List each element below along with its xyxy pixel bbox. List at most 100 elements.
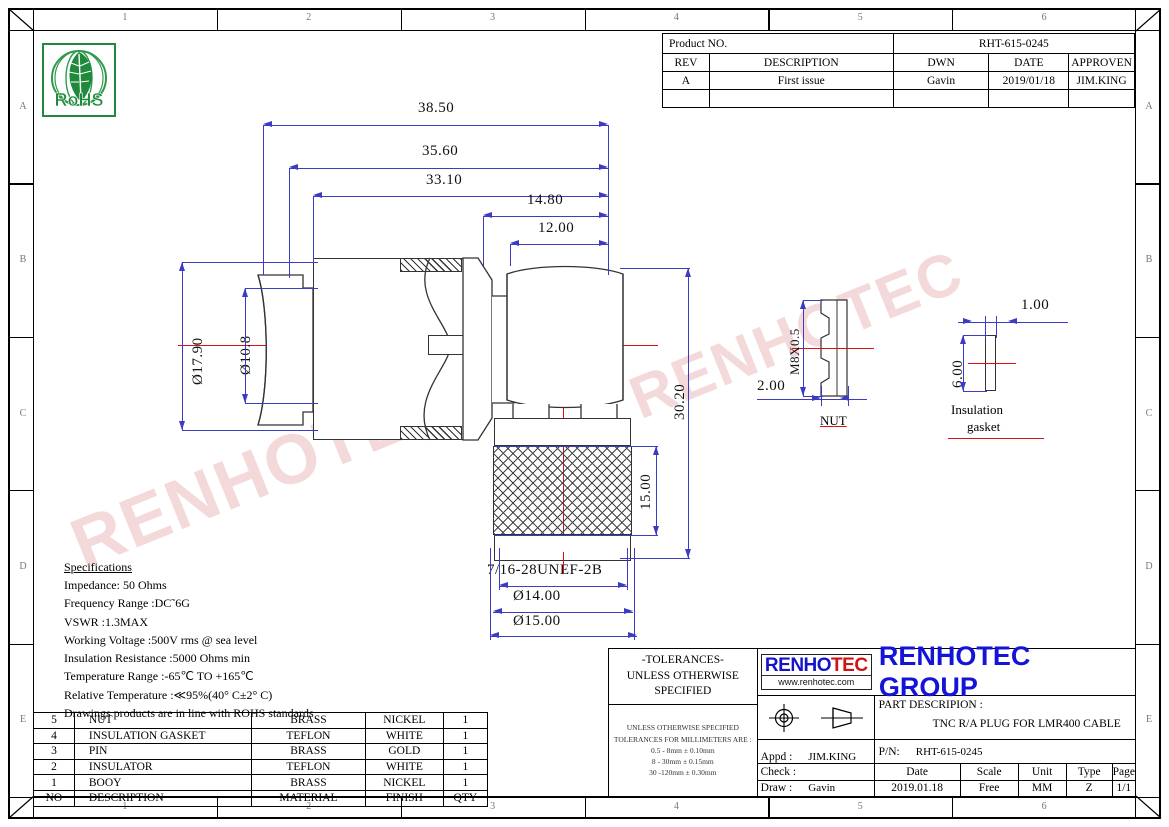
draw-field: Draw : Gavin xyxy=(758,780,875,796)
bom-finish: GOLD xyxy=(364,743,444,760)
table-row xyxy=(662,89,1135,108)
bom-description: INSULATOR xyxy=(73,758,252,776)
zone-marker-col-5: 5 xyxy=(857,12,863,23)
nut-caption: NUT xyxy=(820,413,847,428)
dim-14-80: 14.80 xyxy=(527,192,564,208)
pn-field: P/N: RHT-615-0245 xyxy=(875,740,1135,763)
bom-description: BOOY xyxy=(73,774,252,791)
rev-cell: A xyxy=(662,71,710,90)
ext-line xyxy=(627,548,628,590)
body-slot-detail xyxy=(428,335,466,355)
dim-line xyxy=(490,636,637,637)
dim-dia-15-00: Ø15.00 xyxy=(513,613,561,629)
zone-marker-col-6: 6 xyxy=(1041,12,1047,23)
zone-marker-row-C: C xyxy=(1145,407,1153,419)
spec-line: Frequency Range :DC˜6G xyxy=(64,596,190,611)
value-page: 1/1 xyxy=(1116,782,1132,795)
col-dwn: DWN xyxy=(892,53,990,72)
dim-12-00: 12.00 xyxy=(538,220,575,236)
bom-no: 3 xyxy=(33,743,75,760)
arrow xyxy=(628,632,637,638)
projection-cone-icon xyxy=(820,706,863,729)
bom-finish: NICKEL xyxy=(364,774,444,791)
zone-divider xyxy=(400,797,402,819)
table-row: 4 INSULATION GASKET TEFLON WHITE 1 xyxy=(33,727,489,745)
zone-divider xyxy=(8,336,33,338)
bom-material: BRASS xyxy=(250,774,366,791)
product-no-value: RHT-615-0245 xyxy=(892,33,1136,54)
zone-divider xyxy=(768,797,770,819)
logo-word-blue: RENHO xyxy=(764,655,832,677)
arrow xyxy=(685,549,691,558)
dim-line xyxy=(182,262,183,430)
zone-divider xyxy=(216,797,219,819)
dim-38-50: 38.50 xyxy=(418,100,455,116)
logo-word-red: TEC xyxy=(831,655,868,677)
zone-marker-row-A: A xyxy=(1145,100,1153,112)
dim-thread-spec: 7/16-28UNEF-2B xyxy=(487,562,603,578)
col-unit: Unit xyxy=(1019,764,1067,780)
ext-line xyxy=(996,316,997,338)
zone-marker-row-B: B xyxy=(19,254,27,266)
zone-marker-row-D: D xyxy=(19,560,27,572)
title-block-right: RENHOTEC www.renhotec.com RENHOTEC GROUP xyxy=(757,641,1135,796)
bom-material: TEFLON xyxy=(250,758,366,776)
zone-marker-col-6: 6 xyxy=(1041,801,1047,812)
arrow xyxy=(624,608,633,614)
dim-15-00: 15.00 xyxy=(638,473,654,510)
spec-line: Insulation Resistance :5000 Ohms min xyxy=(64,651,250,666)
bom-material: TEFLON xyxy=(250,727,366,745)
arrow xyxy=(800,300,806,309)
bom-no: 4 xyxy=(33,727,75,745)
frame-rule xyxy=(33,8,35,819)
dim-line xyxy=(803,300,804,396)
arrow xyxy=(1008,318,1017,324)
part-description-value: TNC R/A PLUG FOR LMR400 CABLE xyxy=(932,718,1121,730)
rev-cell xyxy=(662,89,710,108)
title-block: -TOLERANCES- UNLESS OTHERWISE SPECIFIED … xyxy=(608,641,1136,797)
table-row: A First issue Gavin 2019/01/18 JIM.KING xyxy=(662,71,1135,90)
ext-line xyxy=(963,335,987,336)
title-block-grid: Check : Date Scale Unit Type Page Draw :… xyxy=(757,764,1135,796)
connector-shoulder xyxy=(494,418,631,446)
body-hatch-bottom xyxy=(400,426,462,440)
rev-cell xyxy=(892,89,990,108)
value-type: Z xyxy=(1067,780,1113,796)
part-description-row: PART DESCRIPION : TNC R/A PLUG FOR LMR40… xyxy=(757,696,1135,740)
dim-line xyxy=(263,125,608,126)
zone-divider xyxy=(8,643,33,645)
gasket-centerline xyxy=(968,363,1016,364)
product-no-label: Product NO. xyxy=(662,33,894,54)
appd-value: JIM.KING xyxy=(808,751,857,763)
title-block-header-row: Check : Date Scale Unit Type Page xyxy=(757,764,1135,781)
arrow xyxy=(499,582,508,588)
bom-col-description: DESCRIPTION xyxy=(73,789,252,807)
col-approven: APPROVEN xyxy=(1068,53,1135,72)
bom-header-row: NO DESCRIPTION MATERIAL FINISH QTY xyxy=(33,789,489,807)
bom-qty: 1 xyxy=(442,758,489,776)
spec-line: VSWR :1.3MAX xyxy=(64,614,149,629)
tolerance-heading-line: UNLESS OTHERWISE xyxy=(626,669,739,682)
appd-pn-row: Appd : JIM.KING P/N: RHT-615-0245 xyxy=(757,740,1135,764)
zone-marker-row-E: E xyxy=(1145,714,1153,726)
table-row: 2 INSULATOR TEFLON WHITE 1 xyxy=(33,758,489,776)
drawing-sheet: RENHOTEC RENHOTEC 123456 123456 AABBCCDD… xyxy=(0,0,1169,827)
bom-col-material: MATERIAL xyxy=(250,789,366,807)
check-field: Check : xyxy=(758,764,875,780)
arrow xyxy=(263,121,272,127)
ext-line xyxy=(608,125,609,275)
tolerance-detail-line: 8 - 30mm ± 0.15mm xyxy=(651,757,714,767)
body-hatch-top xyxy=(400,258,462,272)
dim-line xyxy=(499,586,627,587)
zone-divider xyxy=(1136,183,1161,185)
rev-cell xyxy=(988,89,1070,108)
col-type: Type xyxy=(1067,764,1113,780)
bom-description: PIN xyxy=(73,743,252,760)
bom-qty: 1 xyxy=(442,743,489,760)
nut-thread-label: M8X0.5 xyxy=(787,328,802,375)
bom-col-qty: QTY xyxy=(442,789,489,807)
dim-dia-17-90: Ø17.90 xyxy=(190,337,206,385)
frame-rule xyxy=(8,30,1161,32)
zone-marker-col-2: 2 xyxy=(306,12,312,23)
tolerance-detail-line: 0.5 - 8mm ± 0.10mm xyxy=(650,745,715,755)
